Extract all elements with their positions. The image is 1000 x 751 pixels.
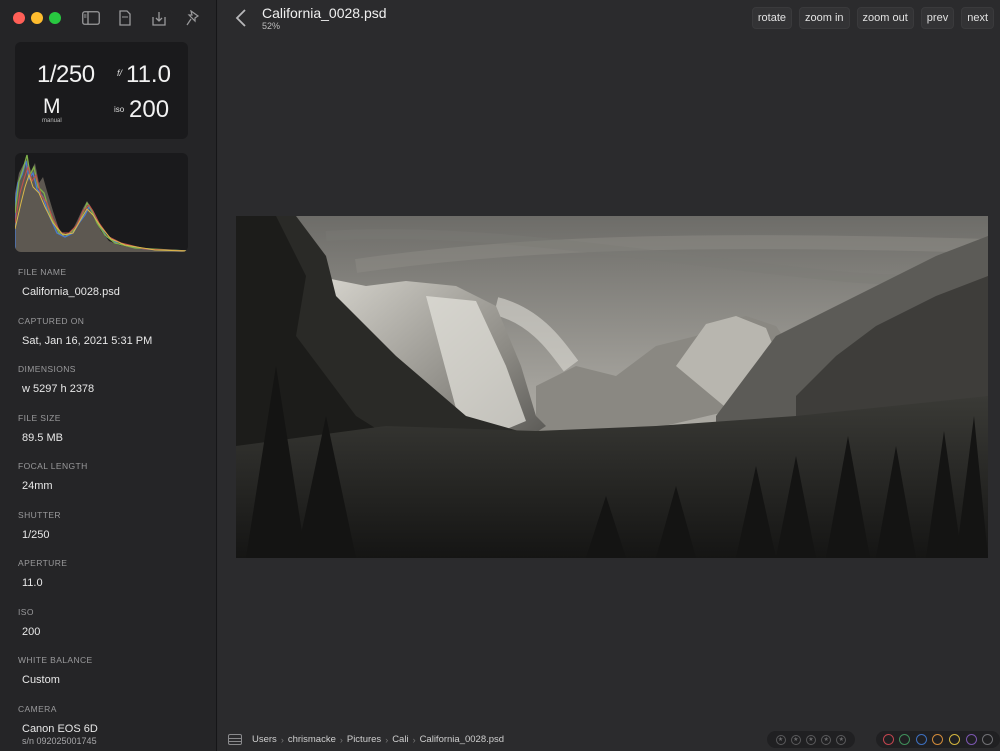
metadata-value: 11.0: [22, 577, 43, 589]
aperture-prefix: f/: [117, 68, 123, 78]
rotate-button[interactable]: rotate: [751, 7, 793, 29]
metadata-value: Sat, Jan 16, 2021 5:31 PM: [22, 334, 153, 347]
breadcrumb-item[interactable]: chrismacke: [288, 734, 336, 745]
breadcrumb-separator-icon: ›: [412, 734, 416, 745]
document-title: California_0028.psd: [262, 5, 387, 21]
zoom-level: 52%: [262, 21, 281, 31]
main-viewer: California_0028.psd 52% rotate zoom in z…: [218, 0, 1000, 751]
close-window-button[interactable]: [13, 12, 25, 24]
aperture-value: 11.0: [126, 61, 171, 88]
color-label-blue[interactable]: [915, 734, 927, 745]
histogram: [15, 153, 188, 252]
rating-star-icon[interactable]: ★: [805, 734, 816, 745]
color-label-yellow[interactable]: [949, 734, 961, 745]
metadata-item: FOCAL LENGTH 24mm: [18, 460, 208, 509]
metadata-item: FILE SIZE 89.5 MB: [18, 412, 208, 461]
color-label-purple[interactable]: [965, 734, 977, 745]
metadata-item: FILE NAME California_0028.psd: [18, 266, 208, 315]
metadata-value: 89.5 MB: [22, 431, 63, 444]
star-rating: ★ ★ ★ ★ ★: [767, 731, 855, 748]
metadata-item: SHUTTER 1/250: [18, 509, 208, 558]
next-button[interactable]: next: [961, 7, 994, 29]
exposure-mode: M: [43, 95, 61, 118]
metadata-label: CAPTURED ON: [18, 315, 85, 326]
sidebar: 1/250 f/ 11.0 M manual iso 200 FILE NAME…: [0, 0, 217, 751]
photo-preview[interactable]: [236, 216, 988, 558]
document-icon[interactable]: [116, 9, 134, 27]
metadata-value: 1/250: [22, 528, 50, 541]
breadcrumb-separator-icon: ›: [339, 734, 343, 745]
metadata-value: 200: [22, 625, 41, 638]
maximize-window-button[interactable]: [49, 12, 61, 24]
metadata-value: California_0028.psd: [22, 286, 120, 298]
breadcrumb-separator-icon: ›: [280, 734, 284, 745]
metadata-item: CAMERA Canon EOS 6D s/n 092025001745: [18, 703, 208, 751]
rating-star-icon[interactable]: ★: [790, 734, 801, 745]
breadcrumb-item[interactable]: Cali: [392, 734, 408, 745]
sidebar-toggle-icon[interactable]: [82, 9, 100, 27]
color-label-orange[interactable]: [932, 734, 944, 745]
pin-icon[interactable]: [184, 9, 202, 27]
breadcrumb-item[interactable]: Users: [252, 734, 277, 745]
color-labels: [876, 731, 1000, 748]
rating-star-icon[interactable]: ★: [836, 734, 847, 745]
metadata-label: CAMERA: [18, 703, 57, 714]
minimize-window-button[interactable]: [31, 12, 43, 24]
exposure-mode-label: manual: [42, 118, 62, 124]
back-chevron-icon[interactable]: [234, 8, 250, 28]
color-label-red[interactable]: [882, 734, 894, 745]
iso-value: 200: [129, 96, 170, 123]
metadata-label: APERTURE: [18, 558, 68, 568]
color-label-green[interactable]: [899, 734, 911, 745]
metadata-label: DIMENSIONS: [18, 364, 76, 374]
rating-star-icon[interactable]: ★: [775, 734, 786, 745]
breadcrumb: Users › chrismacke › Pictures › Cali › Californi…: [252, 734, 504, 745]
breadcrumb-item[interactable]: Pictures: [347, 734, 381, 745]
status-bar: Users › chrismacke › Pictures › Cali › Californi…: [218, 729, 1000, 751]
metadata-item: WHITE BALANCE Custom: [18, 654, 208, 703]
metadata-item: CAPTURED ON Sat, Jan 16, 2021 5:31 PM: [18, 315, 208, 364]
metadata-item: ISO 200: [18, 606, 208, 655]
metadata-label: ISO: [18, 606, 34, 617]
color-label-gray[interactable]: [982, 734, 994, 745]
zoom-in-button[interactable]: zoom in: [799, 7, 850, 29]
prev-button[interactable]: prev: [920, 7, 955, 29]
metadata-label: FILE NAME: [18, 267, 67, 277]
metadata-subvalue: s/n 092025001745: [22, 735, 97, 746]
metadata-label: FILE SIZE: [18, 412, 61, 423]
metadata-label: WHITE BALANCE: [18, 655, 93, 665]
metadata-item: APERTURE 11.0: [18, 557, 208, 606]
filmstrip-icon[interactable]: [228, 734, 242, 745]
sidebar-toolbar: [82, 9, 202, 27]
breadcrumb-separator-icon: ›: [385, 734, 389, 745]
metadata-value: Canon EOS 6D: [22, 722, 98, 735]
metadata-value: Custom: [22, 674, 60, 686]
rating-star-icon[interactable]: ★: [821, 734, 832, 745]
metadata-value: w 5297 h 2378: [22, 383, 95, 395]
exposure-summary-card: 1/250 f/ 11.0 M manual iso 200: [15, 42, 188, 139]
metadata-label: SHUTTER: [18, 509, 61, 520]
metadata-value: 24mm: [22, 480, 53, 492]
zoom-out-button[interactable]: zoom out: [856, 7, 914, 29]
window-controls: [13, 12, 61, 24]
breadcrumb-item[interactable]: California_0028.psd: [420, 734, 505, 745]
toolbar-actions: rotate zoom in zoom out prev next: [751, 7, 994, 29]
metadata-item: DIMENSIONS w 5297 h 2378: [18, 363, 208, 412]
download-icon[interactable]: [150, 9, 168, 27]
metadata-list: FILE NAME California_0028.psd CAPTURED ON S…: [18, 266, 208, 751]
histogram-luminance: [15, 159, 188, 252]
shutter-speed: 1/250: [37, 61, 95, 88]
metadata-label: FOCAL LENGTH: [18, 461, 88, 471]
iso-prefix: iso: [114, 105, 125, 114]
